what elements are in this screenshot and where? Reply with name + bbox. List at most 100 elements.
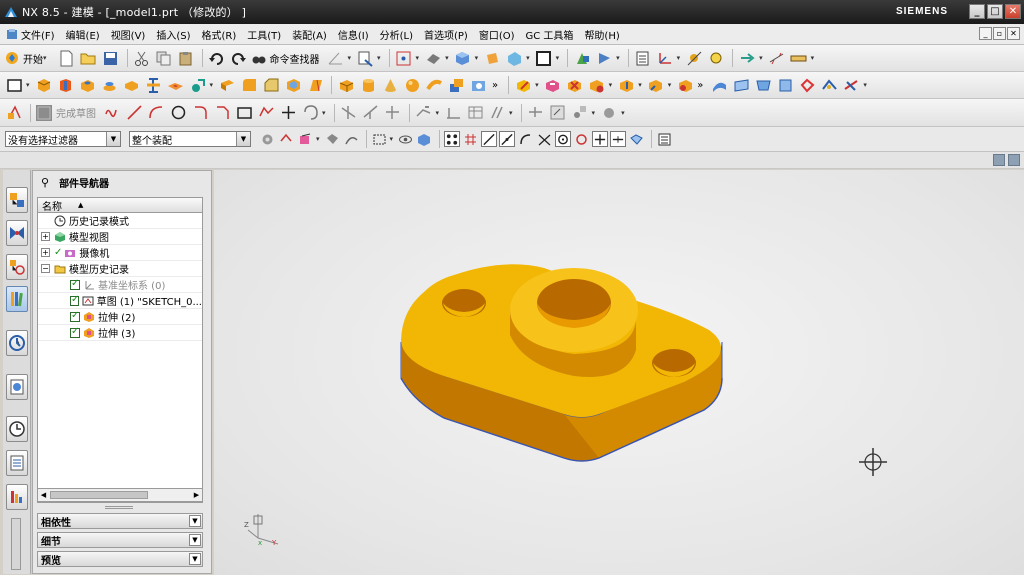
fillet-button[interactable] — [190, 103, 210, 123]
background-button[interactable] — [534, 48, 554, 68]
expand-icon[interactable]: + — [41, 232, 50, 241]
select-solid-button[interactable] — [416, 131, 433, 148]
flange-part[interactable] — [400, 264, 723, 462]
cut-button[interactable] — [132, 48, 152, 68]
hole-button[interactable] — [78, 75, 98, 95]
select-body-button[interactable] — [297, 131, 314, 148]
slot-button[interactable] — [217, 75, 237, 95]
subtract-button[interactable] — [468, 75, 488, 95]
section-dependencies[interactable]: 相依性 ▼ — [37, 513, 203, 529]
view-mode-button[interactable] — [397, 131, 414, 148]
quick-trim-button[interactable] — [339, 103, 359, 123]
snap-grid-button[interactable] — [462, 131, 479, 148]
profile-button[interactable] — [102, 103, 122, 123]
swept-button[interactable] — [753, 75, 773, 95]
minimize-button[interactable]: _ — [969, 4, 985, 19]
snap-point-list-button[interactable] — [656, 131, 673, 148]
block-button[interactable] — [336, 75, 356, 95]
scroll-right-icon[interactable]: ▶ — [191, 489, 202, 501]
tree-row-sketch[interactable]: 草图 (1) "SKETCH_0... — [38, 293, 202, 309]
tree-row-model-views[interactable]: + 模型视图 — [38, 229, 202, 245]
doc-restore-button[interactable]: ▫ — [993, 27, 1006, 40]
tree-row-history-mode[interactable]: 历史记录模式 — [38, 213, 202, 229]
point-button[interactable] — [278, 103, 298, 123]
sketch-edit-button[interactable] — [548, 103, 568, 123]
tree-row-extrude-2[interactable]: 拉伸 (2) — [38, 309, 202, 325]
boss-button[interactable] — [100, 75, 120, 95]
snap-on-face-button[interactable] — [628, 131, 645, 148]
menu-format[interactable]: 格式(R) — [202, 27, 237, 42]
select-region-button[interactable] — [371, 131, 388, 148]
trim-body-button[interactable] — [144, 75, 164, 95]
arc-button[interactable] — [146, 103, 166, 123]
table-button[interactable] — [465, 103, 485, 123]
draft-button[interactable] — [305, 75, 325, 95]
render-style-button[interactable] — [423, 48, 443, 68]
make-corner-button[interactable] — [383, 103, 403, 123]
menu-gc-toolkit[interactable]: GC 工具箱 — [526, 27, 574, 42]
move-feature-button[interactable] — [646, 75, 666, 95]
redo-button[interactable] — [229, 48, 249, 68]
start-button[interactable]: 开始 ▾ — [4, 50, 51, 66]
command-finder-button[interactable]: 命令查找器 — [251, 50, 320, 66]
angle-button[interactable] — [326, 48, 346, 68]
fit-view-button[interactable] — [394, 48, 414, 68]
replace-feature-button[interactable] — [543, 75, 563, 95]
history-tab[interactable] — [6, 416, 28, 442]
rectangle-button[interactable] — [234, 103, 254, 123]
menu-help[interactable]: 帮助(H) — [584, 27, 619, 42]
menu-preferences[interactable]: 首选项(P) — [424, 27, 468, 42]
snap-line-button[interactable] — [481, 131, 498, 147]
move-button[interactable] — [737, 48, 757, 68]
layer-button[interactable] — [633, 48, 653, 68]
section-details[interactable]: 细节 ▼ — [37, 532, 203, 548]
pocket-button[interactable] — [166, 75, 186, 95]
snap-center-button[interactable] — [555, 131, 572, 147]
menu-edit[interactable]: 编辑(E) — [66, 27, 100, 42]
select-edge-button[interactable] — [343, 131, 360, 148]
graphics-viewport[interactable]: Z Y x — [214, 170, 1024, 575]
chamfer-button[interactable] — [261, 75, 281, 95]
sketch-button[interactable] — [4, 75, 24, 95]
menu-analysis[interactable]: 分析(L) — [380, 27, 413, 42]
tube-button[interactable] — [424, 75, 444, 95]
scroll-left-icon[interactable]: ◀ — [38, 489, 49, 501]
snap-endpoint-button[interactable] — [444, 131, 461, 147]
visibility-checkbox[interactable] — [70, 326, 80, 338]
orient-view-button[interactable] — [453, 48, 473, 68]
menu-view[interactable]: 视图(V) — [111, 27, 146, 42]
feature-op-button[interactable] — [188, 75, 208, 95]
more-overflow-2[interactable]: » — [697, 80, 703, 91]
view-layout-icon[interactable] — [993, 154, 1005, 166]
tree-row-cameras[interactable]: + ✓ 摄像机 — [38, 245, 202, 261]
ruler-button[interactable] — [789, 48, 809, 68]
surface-button[interactable] — [709, 75, 729, 95]
reattach-button[interactable] — [526, 103, 546, 123]
circle-button[interactable] — [168, 103, 188, 123]
panel-splitter[interactable] — [105, 506, 133, 509]
extend-sheet-button[interactable] — [841, 75, 861, 95]
scroll-thumb[interactable] — [50, 491, 148, 499]
chamfer-sketch-button[interactable] — [212, 103, 232, 123]
paste-button[interactable] — [176, 48, 196, 68]
hd3d-tools-tab[interactable] — [6, 330, 28, 356]
open-file-button[interactable] — [79, 48, 99, 68]
model-canvas[interactable]: Z Y x — [214, 170, 1024, 575]
snap-existing-point-button[interactable] — [592, 131, 609, 147]
sync-button[interactable] — [594, 48, 614, 68]
section-view-button[interactable] — [504, 48, 524, 68]
snap-quadrant-button[interactable] — [573, 131, 590, 148]
sketch-settings-button[interactable] — [570, 103, 590, 123]
type-filter-select[interactable]: 没有选择过滤器 ▼ — [5, 131, 121, 147]
dimension-sketch-button[interactable] — [443, 103, 463, 123]
playback-button[interactable] — [675, 75, 695, 95]
reorder-button[interactable] — [616, 75, 636, 95]
resource-bar-scroll[interactable] — [11, 518, 21, 570]
new-file-button[interactable] — [57, 48, 77, 68]
unite-button[interactable] — [446, 75, 466, 95]
tree-row-extrude-3[interactable]: 拉伸 (3) — [38, 325, 202, 341]
trim-sheet-button[interactable] — [819, 75, 839, 95]
offset-face-button[interactable] — [797, 75, 817, 95]
menu-assembly[interactable]: 装配(A) — [292, 27, 327, 42]
cone-button[interactable] — [380, 75, 400, 95]
